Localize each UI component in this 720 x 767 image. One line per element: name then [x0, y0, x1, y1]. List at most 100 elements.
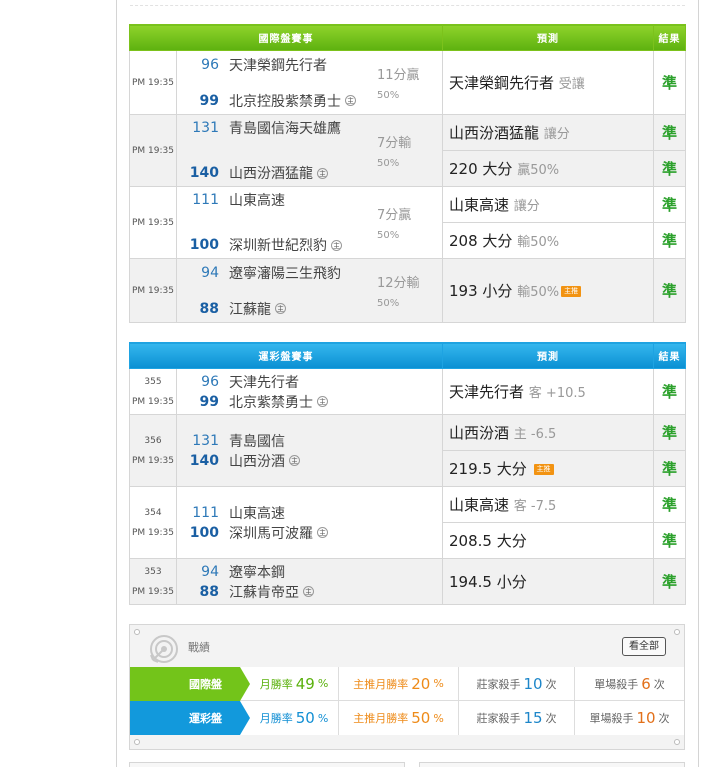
- prediction-pick: 山西汾酒: [449, 424, 510, 442]
- game-row: 353 PM 19:35 94 遼寧本鋼 88 江蘇肯帝亞主 194.5 小分 準: [129, 558, 686, 605]
- international-games-table: 國際盤賽事 預測 結果 PM 19:35 96 天津榮鋼先行者 99 北京控股紫禁勇士主…: [129, 24, 686, 323]
- home-team-name: 江蘇龍: [229, 301, 271, 318]
- home-team: 99 北京紫禁勇士主: [177, 392, 442, 412]
- home-team-number: 99: [199, 92, 219, 109]
- away-team: 94 遼寧本鋼: [177, 562, 442, 582]
- game-time-cell: PM 19:35: [129, 186, 177, 259]
- prediction-pick: 山東高速: [449, 196, 510, 214]
- bookie-killer-count: 莊家殺手 15 次: [458, 701, 574, 735]
- bookie-killer-count: 莊家殺手 10 次: [458, 667, 574, 700]
- header-result: 結果: [653, 342, 686, 369]
- away-team-name: 青島國信海天雄鷹: [229, 121, 341, 137]
- home-team-name: 北京紫禁勇士: [229, 394, 313, 411]
- game-time: PM 19:35: [132, 77, 174, 88]
- result-cell: 準: [653, 114, 686, 151]
- result-cell: 準: [653, 450, 686, 487]
- record-label: 國際盤: [130, 667, 250, 701]
- prediction-cell: 208 大分 輸50%: [442, 222, 654, 259]
- game-number: 355: [144, 376, 162, 387]
- prediction-cell: 山西汾酒猛龍 讓分: [442, 114, 654, 151]
- game-row: 356 PM 19:35 131 青島國信 140 山西汾酒主山西汾酒 主 -6.5 準: [129, 414, 686, 487]
- away-team-name: 山東高速: [229, 193, 285, 209]
- teams-cell: 94 遼寧瀋陽三生飛豹 88 江蘇龍主 12分輸 50%: [176, 258, 443, 323]
- handicap-result: 11分贏 50%: [377, 67, 420, 101]
- prediction-pick: 194.5 小分: [449, 573, 527, 591]
- home-team-name: 深圳新世紀烈豹: [229, 238, 327, 254]
- game-time-cell: 353 PM 19:35: [129, 558, 177, 605]
- away-team-name: 遼寧瀋陽三生飛豹: [229, 265, 341, 282]
- monthly-win-rate: 月勝率 49%: [259, 674, 329, 693]
- away-team-number: 94: [201, 264, 219, 281]
- home-team: 88 江蘇肯帝亞主: [177, 582, 442, 602]
- game-row: PM 19:35 94 遼寧瀋陽三生飛豹 88 江蘇龍主 12分輸 50% 193 小分 輸5…: [129, 258, 686, 323]
- home-badge: 主: [317, 527, 328, 538]
- away-team-number: 131: [192, 120, 219, 136]
- home-team-number: 100: [189, 524, 219, 541]
- lottery-games-table: 運彩盤賽事 預測 結果 355 PM 19:35 96 天津先行者 99 北京紫禁勇士主 天…: [129, 342, 686, 605]
- prediction-cell: 天津先行者 客 +10.5: [442, 368, 654, 415]
- top-pick-badge: 主推: [561, 286, 582, 297]
- prediction-pick: 山東高速: [449, 496, 510, 514]
- prediction-cell: 山西汾酒 主 -6.5: [442, 414, 654, 451]
- home-team-number: 100: [189, 237, 219, 253]
- game-row: PM 19:35 96 天津榮鋼先行者 99 北京控股紫禁勇士主 11分贏 50% 天津榮鋼先…: [129, 50, 686, 115]
- away-team-number: 131: [192, 432, 219, 449]
- top-pick-win-rate: 主推月勝率 20%: [338, 667, 458, 700]
- view-all-button[interactable]: 看全部: [622, 637, 666, 656]
- teams-cell: 96 天津先行者 99 北京紫禁勇士主: [176, 368, 443, 415]
- home-team: 140 山西汾酒主: [177, 451, 442, 471]
- header-games: 國際盤賽事: [129, 24, 443, 51]
- game-time-cell: PM 19:35: [129, 258, 177, 323]
- prediction-cell: 208.5 大分: [442, 522, 654, 559]
- game-time-cell: 354 PM 19:35: [129, 486, 177, 559]
- prediction-note: 客 -7.5: [513, 499, 557, 514]
- prediction-cell: 193 小分 輸50% 主推: [442, 258, 654, 323]
- away-team-number: 96: [201, 373, 219, 390]
- prediction-cell: 山東高速 客 -7.5: [442, 486, 654, 523]
- away-team: 131 青島國信: [177, 431, 442, 451]
- game-row: PM 19:35 131 青島國信海天雄鷹 140 山西汾酒猛龍主 7分輸 50% 山西汾酒猛…: [129, 114, 686, 187]
- away-team-name: 青島國信: [229, 433, 285, 450]
- prediction-cell: 194.5 小分: [442, 558, 654, 605]
- prediction-note: 輸50%: [517, 285, 560, 300]
- prediction-note: 讓分: [543, 127, 570, 142]
- next-panel-edge: [129, 762, 405, 767]
- header-prediction: 預測: [442, 24, 654, 51]
- game-time: PM 19:35: [132, 217, 174, 228]
- record-row-lottery: 運彩盤 月勝率 50% 主推月勝率 50% 莊家殺手 15 次 單場殺手 10 次: [130, 701, 684, 735]
- prediction-pick: 208 大分: [449, 232, 513, 250]
- record-row-international: 國際盤 月勝率 49% 主推月勝率 20% 莊家殺手 10 次 單場殺手 6 次: [130, 667, 684, 701]
- record-label: 運彩盤: [130, 701, 250, 735]
- away-team-number: 111: [192, 504, 219, 521]
- home-badge: 主: [303, 586, 314, 597]
- top-pick-win-rate: 主推月勝率 50%: [338, 701, 458, 735]
- home-team-number: 140: [189, 452, 219, 469]
- right-border-line: [698, 0, 699, 767]
- handicap-result: 7分輸 50%: [377, 136, 412, 169]
- record-title: 戰績: [188, 641, 210, 654]
- prediction-note: 主 -6.5: [513, 427, 557, 442]
- home-team: 100 深圳馬可波羅主: [177, 523, 442, 543]
- away-team-name: 山東高速: [229, 505, 285, 522]
- home-badge: 主: [345, 95, 356, 106]
- game-time: PM 19:35: [132, 527, 174, 538]
- prediction-pick: 208.5 大分: [449, 532, 527, 550]
- result-cell: 準: [653, 522, 686, 559]
- away-team-name: 天津榮鋼先行者: [229, 57, 327, 74]
- game-time-cell: 356 PM 19:35: [129, 414, 177, 487]
- game-time-cell: PM 19:35: [129, 114, 177, 187]
- game-time-cell: 355 PM 19:35: [129, 368, 177, 415]
- prediction-note: 贏50%: [517, 163, 560, 178]
- home-badge: 主: [275, 303, 286, 314]
- game-time: PM 19:35: [132, 586, 174, 597]
- corner-dot: [134, 629, 140, 635]
- single-game-killer-count: 單場殺手 10 次: [574, 701, 684, 735]
- result-cell: 準: [653, 368, 686, 415]
- prediction-note: 受讓: [558, 77, 585, 92]
- game-time: PM 19:35: [132, 455, 174, 466]
- prediction-pick: 天津先行者: [449, 383, 525, 401]
- teams-cell: 94 遼寧本鋼 88 江蘇肯帝亞主: [176, 558, 443, 605]
- game-row: 354 PM 19:35 111 山東高速 100 深圳馬可波羅主山東高速 客 -7.5 準: [129, 486, 686, 559]
- prediction-pick: 山西汾酒猛龍: [449, 124, 540, 142]
- game-time: PM 19:35: [132, 145, 174, 156]
